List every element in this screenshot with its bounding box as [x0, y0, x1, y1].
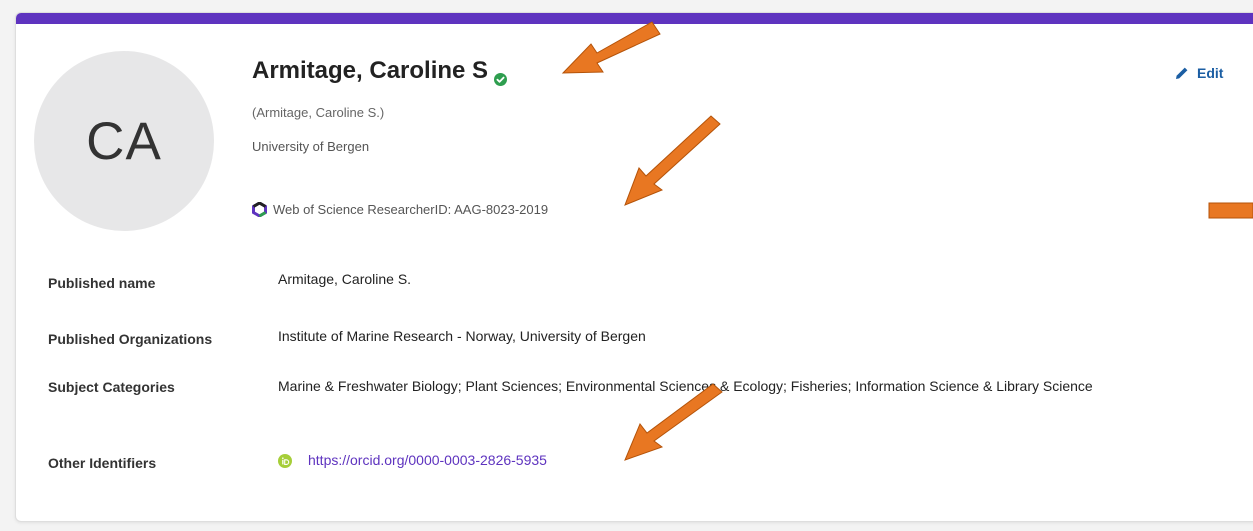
annotation-arrow	[1208, 202, 1253, 219]
annotation-arrow	[624, 383, 723, 461]
annotation-arrow	[624, 115, 721, 206]
annotation-arrow: .arw{fill:#e87722;stroke:#b45309;stroke-…	[561, 21, 1253, 461]
annotation-arrow	[561, 21, 661, 74]
